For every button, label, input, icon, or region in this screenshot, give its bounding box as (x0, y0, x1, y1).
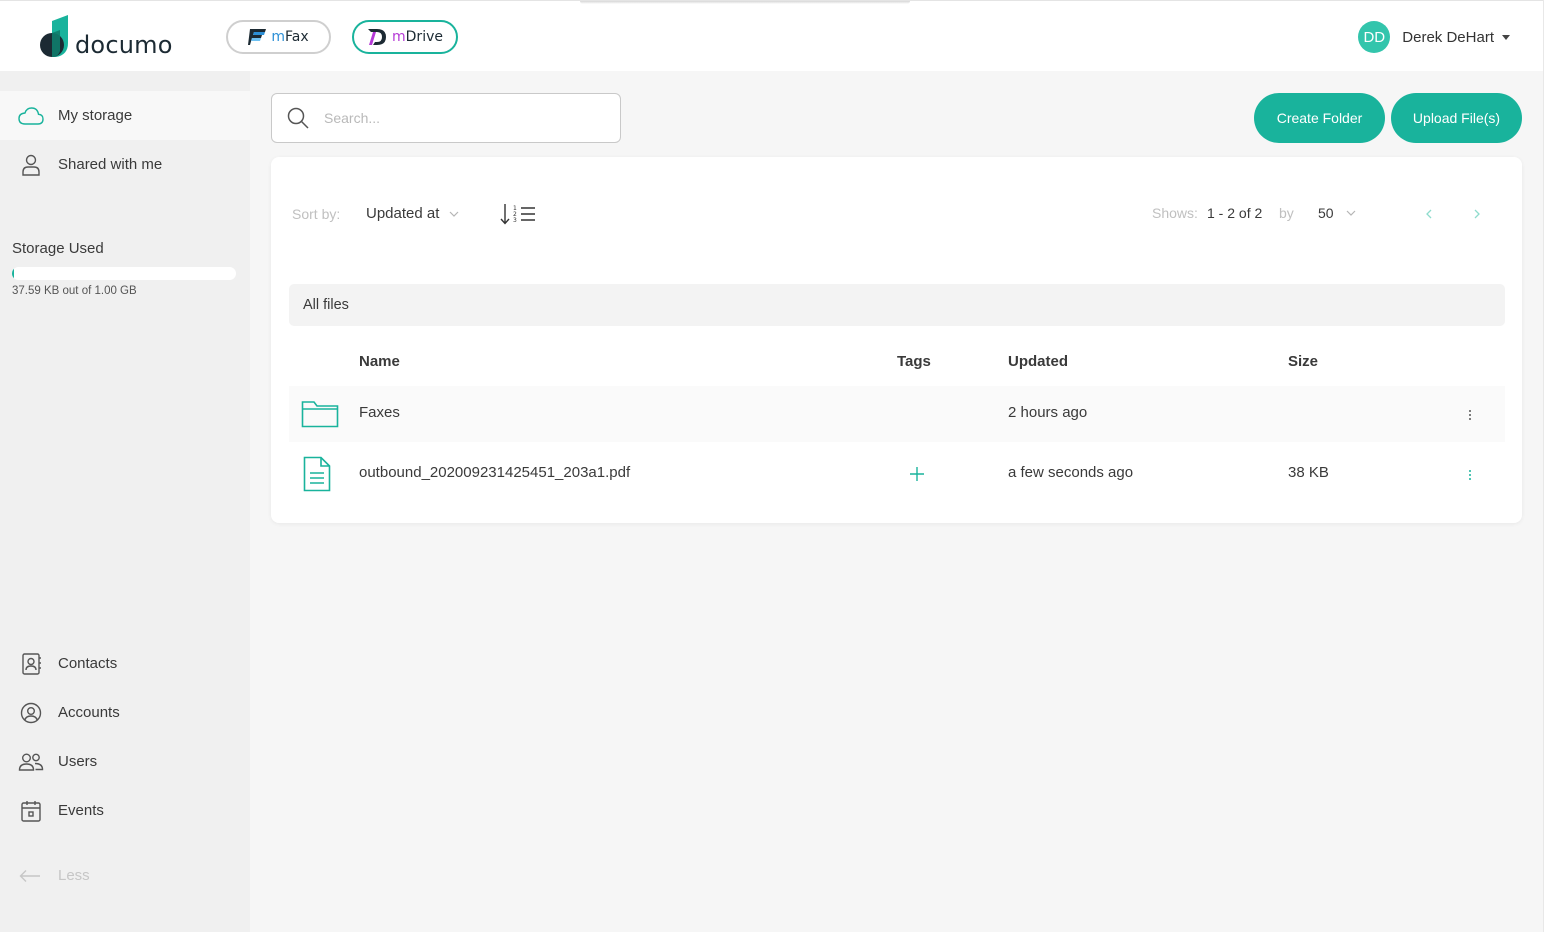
storage-progress-fill (12, 267, 14, 280)
search-icon (287, 107, 309, 129)
per-page-value: 50 (1318, 205, 1334, 221)
sort-order-button[interactable]: 1 2 3 (499, 202, 537, 231)
chevron-left-icon (1426, 209, 1432, 219)
shows-by-label: by (1279, 205, 1294, 221)
table-row[interactable]: Faxes 2 hours ago (289, 386, 1505, 442)
row-more-options-button[interactable] (1465, 464, 1475, 486)
sidebar-item-label: Accounts (58, 704, 120, 721)
logo-text: documo (75, 31, 173, 59)
column-header-updated[interactable]: Updated (1008, 353, 1068, 370)
top-bar: documo mFax mDrive DD Derek DeHart (0, 0, 1543, 71)
row-more-options-button[interactable] (1465, 404, 1475, 426)
storage-progress-bar (12, 267, 236, 280)
collapse-less-button[interactable]: Less (18, 867, 90, 884)
avatar: DD (1358, 21, 1391, 53)
sort-descending-icon: 1 2 3 (500, 204, 535, 225)
sidebar-item-events[interactable]: Events (0, 786, 250, 835)
search-input[interactable] (324, 110, 584, 126)
sidebar: My storage Shared with me Storage Used 3… (0, 71, 250, 932)
window-edge (1543, 0, 1549, 932)
file-updated: 2 hours ago (1008, 404, 1088, 421)
cloud-icon (18, 106, 44, 125)
file-document-icon (303, 456, 331, 492)
account-icon (20, 702, 42, 723)
breadcrumb-item: All files (303, 297, 349, 313)
svg-text:3: 3 (513, 217, 517, 224)
chevron-down-icon (1346, 210, 1356, 216)
file-name[interactable]: outbound_202009231425451_203a1.pdf (359, 464, 630, 481)
mdrive-logo-icon (368, 29, 387, 45)
file-name[interactable]: Faxes (359, 404, 400, 421)
sidebar-item-label: My storage (58, 107, 133, 124)
caret-down-icon (1502, 34, 1510, 40)
person-icon (22, 154, 40, 176)
breadcrumb[interactable]: All files (289, 284, 1505, 326)
chevron-down-icon (449, 211, 459, 217)
previous-page-button[interactable] (1422, 204, 1436, 229)
calendar-icon (21, 800, 41, 822)
file-panel: Sort by: Updated at 1 2 3 Shows: 1 - 2 o… (271, 157, 1522, 523)
next-page-button[interactable] (1470, 204, 1484, 229)
sidebar-item-label: Contacts (58, 655, 118, 672)
sort-select[interactable]: Updated at (366, 205, 459, 222)
sidebar-item-shared-with-me[interactable]: Shared with me (0, 140, 250, 189)
mfax-logo-icon (248, 29, 267, 45)
file-updated: a few seconds ago (1008, 464, 1134, 481)
column-header-tags: Tags (897, 353, 931, 370)
documo-logo-mark-icon (40, 15, 68, 57)
user-menu[interactable]: DD Derek DeHart (1358, 21, 1510, 53)
storage-used-text: 37.59 KB out of 1.00 GB (12, 285, 137, 297)
app-switch-mfax[interactable]: mFax (226, 20, 331, 54)
user-name: Derek DeHart (1402, 28, 1494, 46)
mfax-label: mFax (271, 29, 309, 45)
shows-label: Shows: (1152, 205, 1198, 221)
users-icon (18, 753, 44, 771)
shows-range: 1 - 2 of 2 (1207, 205, 1263, 221)
create-folder-button[interactable]: Create Folder (1254, 93, 1385, 143)
sidebar-item-contacts[interactable]: Contacts (0, 639, 250, 688)
file-size: 38 KB (1288, 464, 1329, 481)
sidebar-item-label: Shared with me (58, 156, 163, 173)
per-page-select[interactable]: 50 (1318, 205, 1356, 221)
mdrive-label: mDrive (392, 29, 443, 45)
folder-icon (301, 401, 339, 428)
sort-value: Updated at (366, 205, 440, 222)
add-tag-icon[interactable] (909, 466, 925, 482)
table-row[interactable]: outbound_202009231425451_203a1.pdf a few… (289, 446, 1505, 502)
modal-shadow-edge (580, 1, 910, 4)
search-box[interactable] (271, 93, 621, 143)
arrow-left-icon (19, 869, 40, 882)
sidebar-item-label: Events (58, 802, 104, 819)
app-switch-mdrive[interactable]: mDrive (352, 20, 458, 54)
sidebar-item-my-storage[interactable]: My storage (0, 91, 250, 140)
documo-logo[interactable]: documo (38, 15, 173, 59)
sort-label: Sort by: (292, 206, 341, 222)
column-header-name[interactable]: Name (359, 353, 400, 370)
chevron-right-icon (1474, 209, 1480, 219)
column-header-size[interactable]: Size (1288, 353, 1318, 370)
less-label: Less (58, 867, 90, 884)
sidebar-item-users[interactable]: Users (0, 737, 250, 786)
storage-used-title: Storage Used (12, 240, 104, 257)
sidebar-item-accounts[interactable]: Accounts (0, 688, 250, 737)
contacts-icon (22, 652, 41, 675)
upload-files-button[interactable]: Upload File(s) (1391, 93, 1522, 143)
sidebar-item-label: Users (58, 753, 98, 770)
